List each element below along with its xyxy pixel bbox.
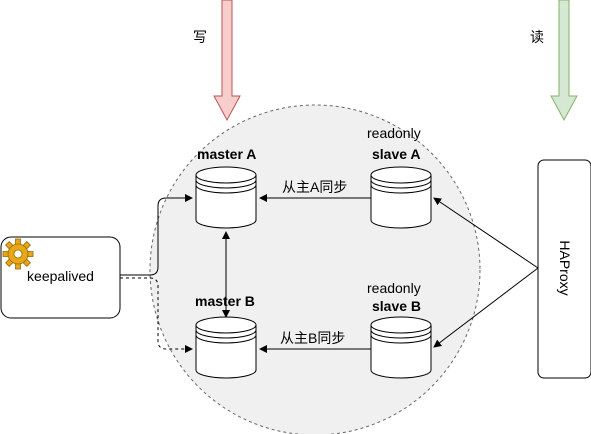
slave-a-label: slave A xyxy=(372,146,421,162)
master-b-database-icon[interactable] xyxy=(195,316,257,379)
write-label: 写 xyxy=(193,29,207,45)
keepalived-label: keepalived xyxy=(27,268,94,284)
read-arrow-icon xyxy=(550,0,578,122)
readonly-b-label: readonly xyxy=(367,280,421,296)
master-a-label: master A xyxy=(197,146,257,162)
slave-b-label: slave B xyxy=(372,298,422,314)
slave-b-database-icon[interactable] xyxy=(370,316,432,379)
master-a-database-icon[interactable] xyxy=(195,166,257,229)
diagram-canvas xyxy=(0,0,591,434)
haproxy-label: HAProxy xyxy=(557,240,573,296)
sync-b-label: 从主B同步 xyxy=(280,330,346,346)
write-arrow-icon xyxy=(213,0,241,122)
master-b-label: master B xyxy=(195,293,255,309)
gear-icon xyxy=(2,238,34,270)
read-label: 读 xyxy=(530,29,544,45)
sync-a-label: 从主A同步 xyxy=(282,179,348,195)
readonly-a-label: readonly xyxy=(367,125,421,141)
slave-a-database-icon[interactable] xyxy=(370,166,432,229)
